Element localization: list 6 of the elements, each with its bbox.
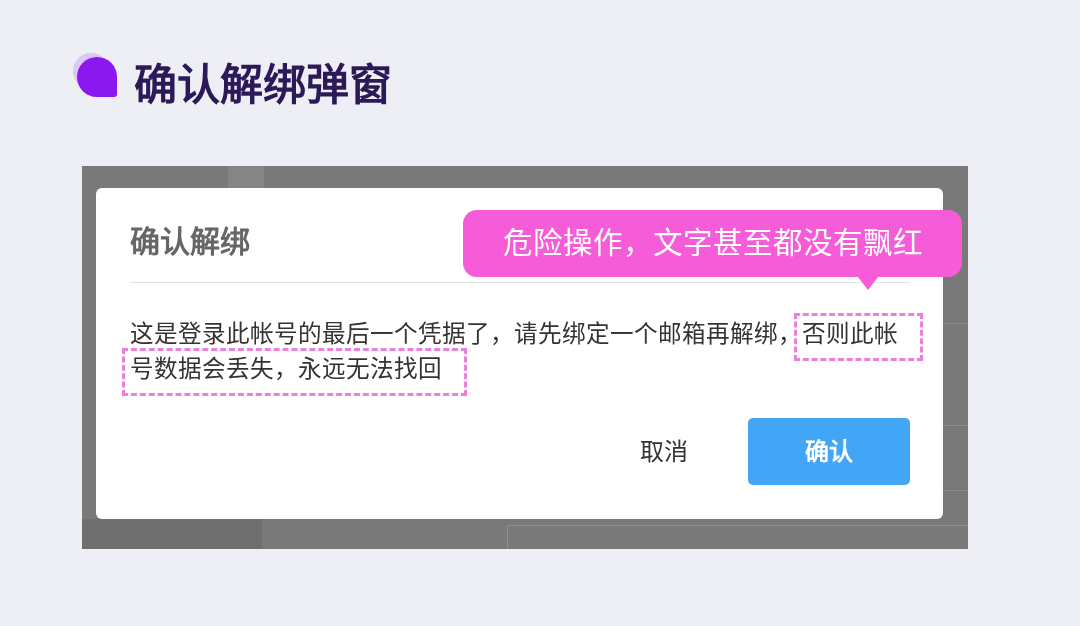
- tooltip-bubble: 危险操作，文字甚至都没有飘红: [463, 210, 962, 277]
- bullet-icon: [72, 52, 118, 100]
- cancel-button[interactable]: 取消: [620, 436, 708, 467]
- tooltip-tail-icon: [858, 277, 878, 290]
- page-title: 确认解绑弹窗: [134, 60, 392, 111]
- dialog-title: 确认解绑: [130, 224, 250, 260]
